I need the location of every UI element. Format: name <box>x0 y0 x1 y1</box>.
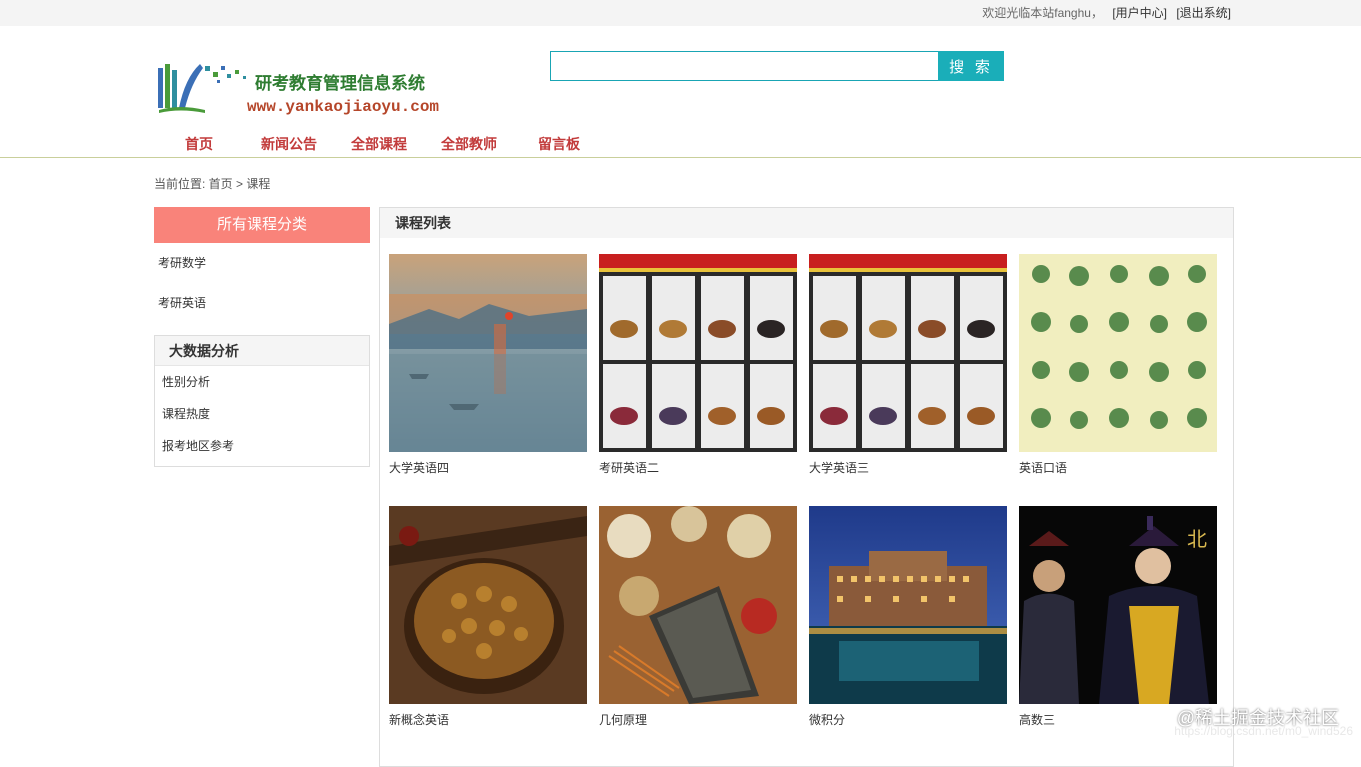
user-links: 欢迎光临本站fanghu， [用户中心] [退出系统] <box>976 4 1231 21</box>
course-list-header: 课程列表 <box>380 208 1233 238</box>
category-item-english[interactable]: 考研英语 <box>154 283 370 323</box>
category-header: 所有课程分类 <box>154 207 370 243</box>
svg-text:北: 北 <box>1187 527 1207 551</box>
search-input[interactable] <box>550 51 939 81</box>
books-logo-icon <box>158 64 246 113</box>
course-thumbnail-herbal-poster[interactable] <box>809 254 1007 452</box>
logo-title: 研考教育管理信息系统 <box>255 74 425 94</box>
course-name[interactable]: 微积分 <box>809 711 1007 728</box>
bigdata-item-popularity[interactable]: 课程热度 <box>155 398 369 430</box>
course-thumbnail-herb-illustrations[interactable] <box>1019 254 1217 452</box>
course-thumbnail-opera-performer[interactable]: 北 <box>1019 506 1217 704</box>
course-thumbnail-herbal-poster[interactable] <box>599 254 797 452</box>
search-bar: 搜 索 <box>550 51 1004 81</box>
course-name[interactable]: 大学英语四 <box>389 459 587 476</box>
welcome-text: 欢迎光临本站fanghu， <box>982 6 1103 20</box>
course-thumbnail-hotel-night[interactable] <box>809 506 1007 704</box>
breadcrumb: 当前位置: 首页 > 课程 <box>154 177 271 191</box>
course-name[interactable]: 几何原理 <box>599 711 797 728</box>
course-name[interactable]: 英语口语 <box>1019 459 1217 476</box>
course-card[interactable]: 北 高数三 <box>1019 506 1217 728</box>
course-thumbnail-herb-book[interactable] <box>599 506 797 704</box>
nav-item-teachers[interactable]: 全部教师 <box>441 134 497 154</box>
nav-item-news[interactable]: 新闻公告 <box>261 134 317 154</box>
nav-item-guestbook[interactable]: 留言板 <box>538 134 580 154</box>
bigdata-panel: 大数据分析 性别分析 课程热度 报考地区参考 <box>154 335 370 467</box>
top-bar: 欢迎光临本站fanghu， [用户中心] [退出系统] <box>0 0 1361 26</box>
nav-item-courses[interactable]: 全部课程 <box>351 134 407 154</box>
category-item-math[interactable]: 考研数学 <box>154 243 370 283</box>
sidebar: 所有课程分类 考研数学 考研英语 大数据分析 性别分析 课程热度 报考地区参考 <box>154 207 370 467</box>
course-name[interactable]: 新概念英语 <box>389 711 587 728</box>
course-thumbnail-sunrise-painting[interactable] <box>389 254 587 452</box>
user-center-link[interactable]: [用户中心] <box>1112 6 1167 20</box>
search-button[interactable]: 搜 索 <box>938 51 1004 81</box>
watermark-url: https://blog.csdn.net/m0_wind526 <box>1174 724 1353 738</box>
bigdata-item-region[interactable]: 报考地区参考 <box>155 430 369 462</box>
course-name[interactable]: 大学英语三 <box>809 459 1007 476</box>
course-card[interactable]: 微积分 <box>809 506 1007 728</box>
bigdata-header: 大数据分析 <box>155 336 369 366</box>
course-card[interactable]: 几何原理 <box>599 506 797 728</box>
course-card[interactable]: 大学英语三 <box>809 254 1007 476</box>
logo-url: www.yankaojiaoyu.com <box>247 98 440 116</box>
bigdata-item-gender[interactable]: 性别分析 <box>155 366 369 398</box>
site-header: 研考教育管理信息系统 www.yankaojiaoyu.com 搜 索 首页 新… <box>0 26 1361 158</box>
course-card[interactable]: 新概念英语 <box>389 506 587 728</box>
course-card[interactable]: 大学英语四 <box>389 254 587 476</box>
nav-item-home[interactable]: 首页 <box>185 134 213 154</box>
course-list-panel: 课程列表 大学英语四 考研英语二 大学英语三 英语口语 新概念英语 几何原理 微… <box>379 207 1234 767</box>
course-name[interactable]: 考研英语二 <box>599 459 797 476</box>
course-thumbnail-herb-bowl[interactable] <box>389 506 587 704</box>
course-card[interactable]: 考研英语二 <box>599 254 797 476</box>
logout-link[interactable]: [退出系统] <box>1176 6 1231 20</box>
site-logo[interactable]: 研考教育管理信息系统 www.yankaojiaoyu.com <box>155 56 445 122</box>
course-card[interactable]: 英语口语 <box>1019 254 1217 476</box>
